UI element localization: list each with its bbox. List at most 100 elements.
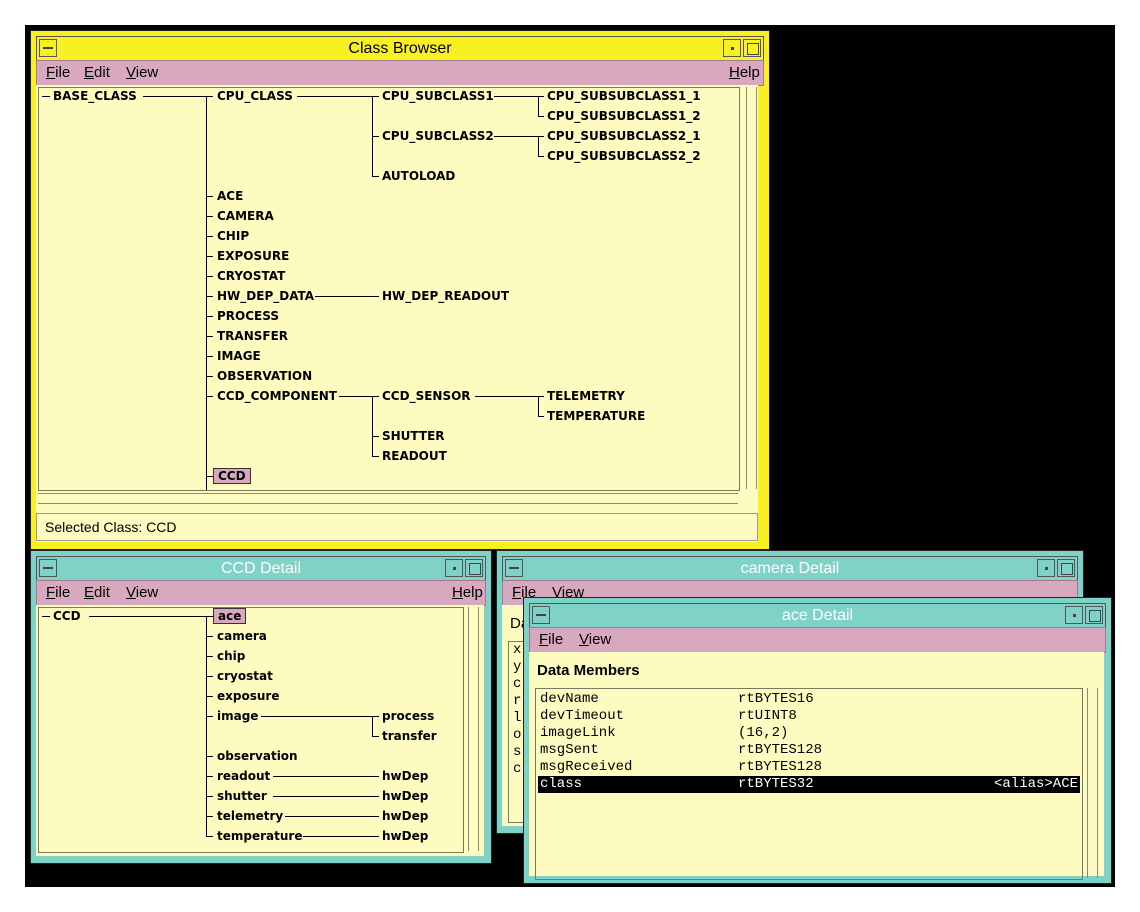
tree-node-hwdep[interactable]: hwDep (382, 769, 428, 783)
vertical-scrollbar[interactable] (1087, 688, 1098, 878)
tree-node-ace[interactable]: ACE (217, 189, 243, 203)
tree-node-temperature[interactable]: temperature (217, 829, 302, 843)
tree-node-exposure[interactable]: exposure (217, 689, 279, 703)
tree-node-telemetry[interactable]: telemetry (217, 809, 283, 823)
tree-node-chip[interactable]: chip (217, 649, 245, 663)
tree-node-process[interactable]: PROCESS (217, 309, 279, 323)
member-extra: <alias>ACE (993, 776, 1078, 792)
tree-node-ccd-selected[interactable]: CCD (213, 468, 251, 484)
window-menu-icon[interactable] (39, 559, 57, 577)
tree-node-readout[interactable]: readout (217, 769, 270, 783)
tree-node-autoload[interactable]: AUTOLOAD (382, 169, 455, 183)
tree-node-ccd-component[interactable]: CCD_COMPONENT (217, 389, 337, 403)
window-menu-icon[interactable] (39, 39, 57, 57)
tree-node-exposure[interactable]: EXPOSURE (217, 249, 289, 263)
menu-help[interactable]: Help (452, 584, 483, 601)
tree-node-ace-selected[interactable]: ace (213, 608, 247, 624)
tree-node-camera[interactable]: camera (217, 629, 267, 643)
tree-node-camera[interactable]: CAMERA (217, 209, 274, 223)
tree-node-cpu-subsubclass2-1[interactable]: CPU_SUBSUBCLASS2_1 (547, 129, 701, 143)
ace-detail-window: ace Detail File View Data Members devNam… (523, 597, 1112, 884)
tree-node-cpu-subsubclass1-2[interactable]: CPU_SUBSUBCLASS1_2 (547, 109, 701, 123)
menu-edit[interactable]: Edit (84, 64, 110, 81)
member-name: msgSent (540, 742, 599, 758)
tree-node-readout[interactable]: READOUT (382, 449, 447, 463)
member-name: devTimeout (540, 708, 625, 724)
minimize-icon[interactable] (445, 559, 463, 577)
menubar: File Edit View Help (36, 580, 486, 606)
window-menu-icon[interactable] (505, 559, 523, 577)
member-type: rtBYTES16 (738, 691, 814, 707)
tree-node-cpu-subclass2[interactable]: CPU_SUBCLASS2 (382, 129, 494, 143)
tree-node-image[interactable]: image (217, 709, 258, 723)
tree-node-transfer[interactable]: TRANSFER (217, 329, 288, 343)
data-member-row[interactable]: imageLink (16,2) (538, 725, 1080, 742)
tree-node-ccd-root[interactable]: CCD (53, 609, 81, 623)
tree-node-cpu-subsubclass1-1[interactable]: CPU_SUBSUBCLASS1_1 (547, 89, 701, 103)
ace-content-pane: Data Members devName rtBYTES16 devTimeou… (529, 652, 1104, 880)
tree-node-observation[interactable]: OBSERVATION (217, 369, 312, 383)
window-menu-icon[interactable] (532, 606, 550, 624)
minimize-icon[interactable] (723, 39, 741, 57)
class-tree-pane: BASE_CLASS CPU_CLASS CPU_SUBCLASS1 CPU_S… (36, 85, 758, 542)
member-type: (16,2) (738, 725, 789, 741)
class-browser-window: Class Browser File Edit View Help BASE_C… (30, 30, 770, 550)
tree-node-cpu-subclass1[interactable]: CPU_SUBCLASS1 (382, 89, 494, 103)
tree-node-hwdep[interactable]: hwDep (382, 829, 428, 843)
data-member-row[interactable]: msgSent rtBYTES128 (538, 742, 1080, 759)
horizontal-scrollbar[interactable] (38, 493, 738, 504)
member-type: rtUINT8 (738, 708, 797, 724)
tree-node-observation[interactable]: observation (217, 749, 298, 763)
tree-node-hw-dep-data[interactable]: HW_DEP_DATA (217, 289, 314, 303)
data-member-row[interactable]: devTimeout rtUINT8 (538, 708, 1080, 725)
member-name: devName (540, 691, 599, 707)
maximize-icon[interactable] (465, 559, 483, 577)
tree-node-base-class[interactable]: BASE_CLASS (53, 89, 137, 103)
tree-node-process[interactable]: process (382, 709, 434, 723)
tree-node-ccd-sensor[interactable]: CCD_SENSOR (382, 389, 471, 403)
tree-node-cryostat[interactable]: CRYOSTAT (217, 269, 285, 283)
menu-edit[interactable]: Edit (84, 584, 110, 601)
ccd-detail-window: CCD Detail File Edit View Help CCD ace c… (30, 550, 492, 864)
tree-node-cpu-subsubclass2-2[interactable]: CPU_SUBSUBCLASS2_2 (547, 149, 701, 163)
menu-file[interactable]: File (46, 584, 70, 601)
menubar: File View (529, 627, 1106, 653)
tree-node-chip[interactable]: CHIP (217, 229, 249, 243)
maximize-icon[interactable] (1085, 606, 1103, 624)
tree-node-temperature[interactable]: TEMPERATURE (547, 409, 645, 423)
data-member-row[interactable]: devName rtBYTES16 (538, 691, 1080, 708)
member-type: rtBYTES32 (738, 776, 814, 792)
data-members-list: devName rtBYTES16 devTimeout rtUINT8 ima… (535, 688, 1083, 880)
menu-view[interactable]: View (126, 584, 158, 601)
maximize-icon[interactable] (743, 39, 761, 57)
ccd-detail-titlebar[interactable]: CCD Detail (36, 556, 486, 582)
class-browser-titlebar[interactable]: Class Browser (36, 36, 764, 62)
status-bar: Selected Class: CCD (36, 513, 758, 541)
camera-detail-titlebar[interactable]: camera Detail (502, 556, 1078, 582)
menu-file[interactable]: File (539, 631, 563, 648)
menu-view[interactable]: View (579, 631, 611, 648)
vertical-scrollbar[interactable] (468, 607, 479, 851)
tree-node-cpu-class[interactable]: CPU_CLASS (217, 89, 293, 103)
tree-node-hwdep[interactable]: hwDep (382, 789, 428, 803)
data-member-row[interactable]: msgReceived rtBYTES128 (538, 759, 1080, 776)
tree-node-transfer[interactable]: transfer (382, 729, 437, 743)
ace-detail-titlebar[interactable]: ace Detail (529, 603, 1106, 629)
vertical-scrollbar[interactable] (746, 87, 757, 489)
tree-node-image[interactable]: IMAGE (217, 349, 261, 363)
window-title: ace Detail (781, 607, 854, 624)
minimize-icon[interactable] (1037, 559, 1055, 577)
tree-node-hwdep[interactable]: hwDep (382, 809, 428, 823)
menu-view[interactable]: View (126, 64, 158, 81)
menu-help[interactable]: Help (729, 64, 760, 81)
tree-node-shutter[interactable]: SHUTTER (382, 429, 445, 443)
tree-node-telemetry[interactable]: TELEMETRY (547, 389, 625, 403)
tree-node-hw-dep-readout[interactable]: HW_DEP_READOUT (382, 289, 509, 303)
maximize-icon[interactable] (1057, 559, 1075, 577)
menu-file[interactable]: File (46, 64, 70, 81)
window-title: CCD Detail (220, 560, 301, 577)
tree-node-cryostat[interactable]: cryostat (217, 669, 273, 683)
minimize-icon[interactable] (1065, 606, 1083, 624)
data-member-row-selected[interactable]: class rtBYTES32 <alias>ACE (538, 776, 1080, 793)
tree-node-shutter[interactable]: shutter (217, 789, 267, 803)
